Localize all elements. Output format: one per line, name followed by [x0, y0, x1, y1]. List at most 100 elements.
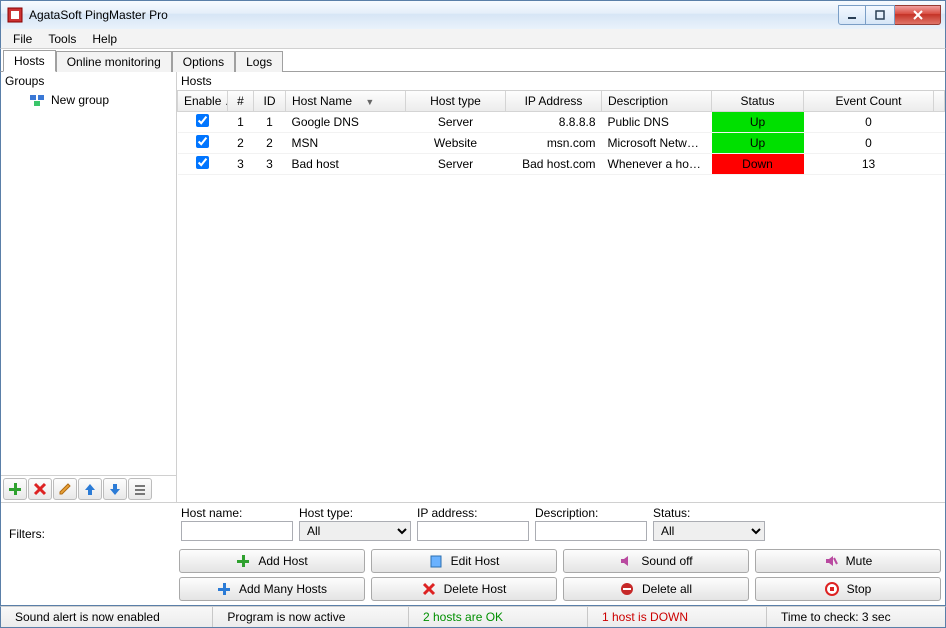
stop-button[interactable]: Stop: [755, 577, 941, 601]
table-header-row: Enable … # ID Host Name ▼ Host type IP A…: [178, 91, 945, 112]
note-icon: [429, 554, 443, 568]
hosts-panel: Hosts Enable … # ID Host N: [177, 72, 945, 502]
hosts-grid[interactable]: Enable … # ID Host Name ▼ Host type IP A…: [177, 90, 945, 502]
filter-hosttype-select[interactable]: All: [299, 521, 411, 541]
cell-id: 3: [254, 154, 286, 175]
filter-status-select[interactable]: All: [653, 521, 765, 541]
add-many-label: Add Many Hosts: [239, 582, 327, 596]
tab-logs[interactable]: Logs: [235, 51, 283, 72]
x-icon: [33, 482, 47, 496]
filter-status-label: Status:: [653, 506, 765, 520]
groups-panel: Groups New group: [1, 72, 177, 502]
cell-events: 13: [804, 154, 934, 175]
plus-icon: [8, 482, 22, 496]
col-ip[interactable]: IP Address: [506, 91, 602, 112]
cell-id: 2: [254, 133, 286, 154]
col-desc[interactable]: Description: [602, 91, 712, 112]
col-enable[interactable]: Enable …: [178, 91, 228, 112]
group-node[interactable]: New group: [1, 90, 176, 110]
cell-type: Server: [406, 154, 506, 175]
edit-host-label: Edit Host: [451, 554, 500, 568]
status-sound: Sound alert is now enabled: [1, 607, 213, 627]
sound-off-button[interactable]: Sound off: [563, 549, 749, 573]
col-events[interactable]: Event Count: [804, 91, 934, 112]
groups-toolbar: [1, 475, 176, 502]
table-row[interactable]: 2 2 MSN Website msn.com Microsoft Networ…: [178, 133, 945, 154]
hosts-table: Enable … # ID Host Name ▼ Host type IP A…: [177, 91, 945, 175]
delete-host-label: Delete Host: [444, 582, 507, 596]
filter-hostname-label: Host name:: [181, 506, 293, 520]
row-enable-checkbox[interactable]: [196, 114, 209, 127]
cell-num: 2: [228, 133, 254, 154]
titlebar: AgataSoft PingMaster Pro: [0, 0, 946, 29]
cell-desc: Public DNS: [602, 112, 712, 133]
filter-ip-input[interactable]: [417, 521, 529, 541]
col-status[interactable]: Status: [712, 91, 804, 112]
plus-blue-icon: [217, 582, 231, 596]
tab-options[interactable]: Options: [172, 51, 235, 72]
tab-online-monitoring[interactable]: Online monitoring: [56, 51, 172, 72]
col-hostname[interactable]: Host Name ▼: [286, 91, 406, 112]
filter-desc-label: Description:: [535, 506, 647, 520]
group-add-button[interactable]: [3, 478, 27, 500]
hosts-title: Hosts: [177, 72, 945, 90]
row-enable-checkbox[interactable]: [196, 135, 209, 148]
group-list-button[interactable]: [128, 478, 152, 500]
maximize-button[interactable]: [866, 5, 895, 25]
table-row[interactable]: 3 3 Bad host Server Bad host.com Wheneve…: [178, 154, 945, 175]
close-button[interactable]: [895, 5, 941, 25]
group-move-up-button[interactable]: [78, 478, 102, 500]
cell-name: MSN: [286, 133, 406, 154]
cell-status: Up: [712, 133, 804, 154]
arrow-down-icon: [108, 482, 122, 496]
group-delete-button[interactable]: [28, 478, 52, 500]
table-row[interactable]: 1 1 Google DNS Server 8.8.8.8 Public DNS…: [178, 112, 945, 133]
cell-num: 1: [228, 112, 254, 133]
col-num[interactable]: #: [228, 91, 254, 112]
menu-tools[interactable]: Tools: [40, 30, 84, 48]
statusbar: Sound alert is now enabled Program is no…: [0, 606, 946, 628]
cell-events: 0: [804, 133, 934, 154]
delete-all-label: Delete all: [642, 582, 692, 596]
client-area: Groups New group: [0, 71, 946, 606]
col-hostname-label: Host Name: [292, 94, 352, 108]
col-hosttype[interactable]: Host type: [406, 91, 506, 112]
window-buttons: [838, 5, 941, 25]
cell-status: Up: [712, 112, 804, 133]
minimize-button[interactable]: [838, 5, 866, 25]
cell-type: Website: [406, 133, 506, 154]
status-down: 1 host is DOWN: [588, 607, 767, 627]
mute-label: Mute: [846, 554, 873, 568]
filters-label: Filters:: [5, 527, 65, 541]
cell-desc: Microsoft Network …: [602, 133, 712, 154]
filter-desc-input[interactable]: [535, 521, 647, 541]
delete-all-button[interactable]: Delete all: [563, 577, 749, 601]
add-host-button[interactable]: Add Host: [179, 549, 365, 573]
cell-name: Google DNS: [286, 112, 406, 133]
menu-file[interactable]: File: [5, 30, 40, 48]
tab-hosts[interactable]: Hosts: [3, 50, 56, 72]
add-many-hosts-button[interactable]: Add Many Hosts: [179, 577, 365, 601]
plus-icon: [236, 554, 250, 568]
app-icon: [7, 7, 23, 23]
cell-ip: 8.8.8.8: [506, 112, 602, 133]
cell-name: Bad host: [286, 154, 406, 175]
stop-icon: [825, 582, 839, 596]
groups-tree[interactable]: New group: [1, 90, 176, 475]
menu-help[interactable]: Help: [84, 30, 125, 48]
cell-type: Server: [406, 112, 506, 133]
edit-host-button[interactable]: Edit Host: [371, 549, 557, 573]
group-edit-button[interactable]: [53, 478, 77, 500]
row-enable-checkbox[interactable]: [196, 156, 209, 169]
cell-ip: msn.com: [506, 133, 602, 154]
group-move-down-button[interactable]: [103, 478, 127, 500]
no-entry-icon: [620, 582, 634, 596]
action-buttons: Add Host Edit Host Sound off Mute: [1, 549, 945, 605]
filter-hostname-input[interactable]: [181, 521, 293, 541]
mute-button[interactable]: Mute: [755, 549, 941, 573]
delete-host-button[interactable]: Delete Host: [371, 577, 557, 601]
col-id[interactable]: ID: [254, 91, 286, 112]
filter-hosttype-label: Host type:: [299, 506, 411, 520]
window-title: AgataSoft PingMaster Pro: [29, 8, 168, 22]
groups-title: Groups: [1, 72, 176, 90]
